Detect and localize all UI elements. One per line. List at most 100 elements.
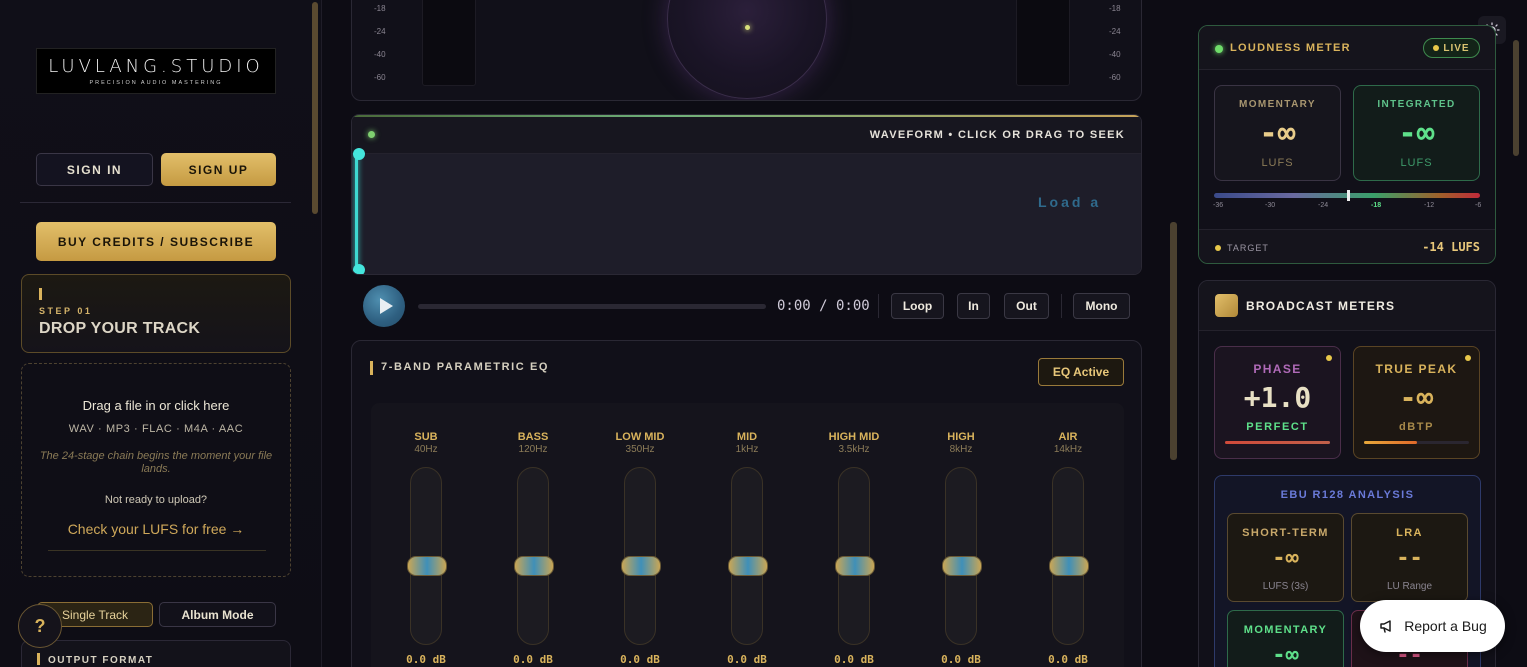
waveform-placeholder: Load a <box>1038 194 1102 210</box>
sidebar-scrollbar[interactable] <box>312 2 318 214</box>
broadcast-title: BROADCAST METERS <box>1246 299 1396 313</box>
sign-in-button[interactable]: SIGN IN <box>36 153 153 186</box>
step-label: STEP 01 <box>39 306 93 316</box>
separator <box>1061 294 1062 318</box>
phase-value: +1.0 <box>1243 381 1312 414</box>
phase-status: PERFECT <box>1246 421 1309 433</box>
album-mode-toggle[interactable]: Album Mode <box>159 602 276 627</box>
integrated-lufs-card: INTEGRATED -∞ LUFS <box>1353 85 1480 181</box>
live-dot <box>1433 45 1440 51</box>
band-slider-track[interactable] <box>942 467 982 645</box>
eq-active-button[interactable]: EQ Active <box>1038 358 1124 386</box>
band-slider-track[interactable] <box>621 467 661 645</box>
eq-panel: 7-BAND PARAMETRIC EQ EQ Active SUB 40Hz … <box>351 340 1142 667</box>
right-scrollbar[interactable] <box>1513 40 1519 156</box>
eq-band-mid: MID 1kHz 0.0 dB <box>707 431 787 666</box>
band-slider-knob[interactable] <box>407 556 447 576</box>
live-badge: LIVE <box>1423 38 1480 58</box>
out-point-button[interactable]: Out <box>1004 293 1049 319</box>
band-slider-track[interactable] <box>835 467 875 645</box>
band-gain-value: 0.0 dB <box>1048 653 1088 666</box>
band-slider-knob[interactable] <box>514 556 554 576</box>
band-frequency: 120Hz <box>518 444 548 455</box>
scale-tick: -36 <box>1213 202 1224 209</box>
playhead-handle[interactable] <box>353 264 365 274</box>
eq-band-low-mid: LOW MID 350Hz 0.0 dB <box>600 431 680 666</box>
in-point-button[interactable]: In <box>957 293 990 319</box>
scale-tick: -12 <box>1424 202 1435 209</box>
eq-band-high: HIGH 8kHz 0.0 dB <box>921 431 1001 666</box>
scale-tick: -18 <box>1371 202 1382 209</box>
band-name: HIGH MID <box>828 431 880 443</box>
mono-button[interactable]: Mono <box>1073 293 1130 319</box>
ebu-momentary-value: -∞ <box>1272 643 1299 667</box>
band-slider-track[interactable] <box>1049 467 1089 645</box>
eq-band-high-mid: HIGH MID 3.5kHz 0.0 dB <box>814 431 894 666</box>
broadcast-icon <box>1215 294 1238 317</box>
play-icon <box>379 298 393 314</box>
short-term-cell: SHORT-TERM -∞ LUFS (3s) <box>1227 513 1344 602</box>
band-slider-track[interactable] <box>514 467 554 645</box>
playhead[interactable] <box>353 148 365 274</box>
waveform-header: WAVEFORM • CLICK OR DRAG TO SEEK <box>352 115 1141 154</box>
integrated-label: INTEGRATED <box>1377 99 1456 110</box>
target-value[interactable]: -14 LUFS <box>1422 240 1480 254</box>
band-slider-track[interactable] <box>728 467 768 645</box>
loudness-meter-panel: LOUDNESS METER LIVE MOMENTARY -∞ LUFS IN… <box>1198 25 1496 264</box>
target-dot <box>1215 245 1221 251</box>
broadcast-header: BROADCAST METERS <box>1199 281 1495 331</box>
seek-bar[interactable] <box>418 304 766 309</box>
live-label: LIVE <box>1443 42 1470 54</box>
ebu-momentary-cell: MOMENTARY -∞ <box>1227 610 1344 667</box>
band-slider-knob[interactable] <box>835 556 875 576</box>
band-gain-value: 0.0 dB <box>941 653 981 666</box>
band-frequency: 8kHz <box>949 444 973 455</box>
link-underline <box>48 550 266 551</box>
logo-tagline: PRECISION AUDIO MASTERING <box>89 80 223 86</box>
band-name: LOW MID <box>615 431 665 443</box>
band-slider-knob[interactable] <box>1049 556 1089 576</box>
band-slider-track[interactable] <box>407 467 447 645</box>
short-term-label: SHORT-TERM <box>1242 527 1329 539</box>
band-slider-knob[interactable] <box>621 556 661 576</box>
report-bug-button[interactable]: Report a Bug <box>1360 600 1505 652</box>
integrated-unit: LUFS <box>1400 157 1433 169</box>
phase-indicator-dot <box>1326 355 1332 361</box>
momentary-unit: LUFS <box>1261 157 1294 169</box>
file-drop-zone[interactable]: Drag a file in or click here WAV · MP3 ·… <box>21 363 291 577</box>
step-title: DROP YOUR TRACK <box>39 320 201 337</box>
loudness-marker <box>1347 190 1350 201</box>
sidebar: LUVLANG.STUDIO PRECISION AUDIO MASTERING… <box>0 0 322 667</box>
help-button[interactable]: ? <box>18 604 62 648</box>
true-peak-value: -∞ <box>1399 381 1434 414</box>
loudness-title: LOUDNESS METER <box>1230 42 1351 54</box>
scale-tick: -24 <box>1318 202 1329 209</box>
main-scrollbar[interactable] <box>1170 222 1177 460</box>
waveform-canvas[interactable]: Load a <box>352 148 1141 274</box>
short-term-value: -∞ <box>1272 546 1299 571</box>
band-gain-value: 0.0 dB <box>727 653 767 666</box>
band-slider-knob[interactable] <box>942 556 982 576</box>
phase-label: PHASE <box>1253 362 1302 376</box>
band-name: SUB <box>414 431 438 443</box>
eq-title: 7-BAND PARAMETRIC EQ <box>381 361 550 373</box>
logo[interactable]: LUVLANG.STUDIO PRECISION AUDIO MASTERING <box>36 48 276 94</box>
output-format-label: OUTPUT FORMAT <box>48 655 154 666</box>
drop-title: Drag a file in or click here <box>82 398 230 413</box>
check-lufs-link[interactable]: Check your LUFS for free → <box>22 521 290 537</box>
play-button[interactable] <box>363 285 405 327</box>
transport-bar: 0:00 / 0:00 Loop In Out Mono <box>351 280 1142 332</box>
band-slider-knob[interactable] <box>728 556 768 576</box>
sign-up-button[interactable]: SIGN UP <box>161 153 276 186</box>
loop-button[interactable]: Loop <box>891 293 944 319</box>
time-display: 0:00 / 0:00 <box>777 298 870 314</box>
eq-accent-bar <box>370 361 373 375</box>
scale-tick: -60 <box>374 73 386 82</box>
report-bug-label: Report a Bug <box>1404 618 1487 634</box>
playhead-handle[interactable] <box>353 148 365 160</box>
band-name: BASS <box>517 431 549 443</box>
loudness-header: LOUDNESS METER LIVE <box>1199 26 1495 70</box>
scale-tick: -40 <box>1109 50 1121 59</box>
true-peak-unit: dBTP <box>1398 421 1435 433</box>
buy-credits-button[interactable]: BUY CREDITS / SUBSCRIBE <box>36 222 276 261</box>
